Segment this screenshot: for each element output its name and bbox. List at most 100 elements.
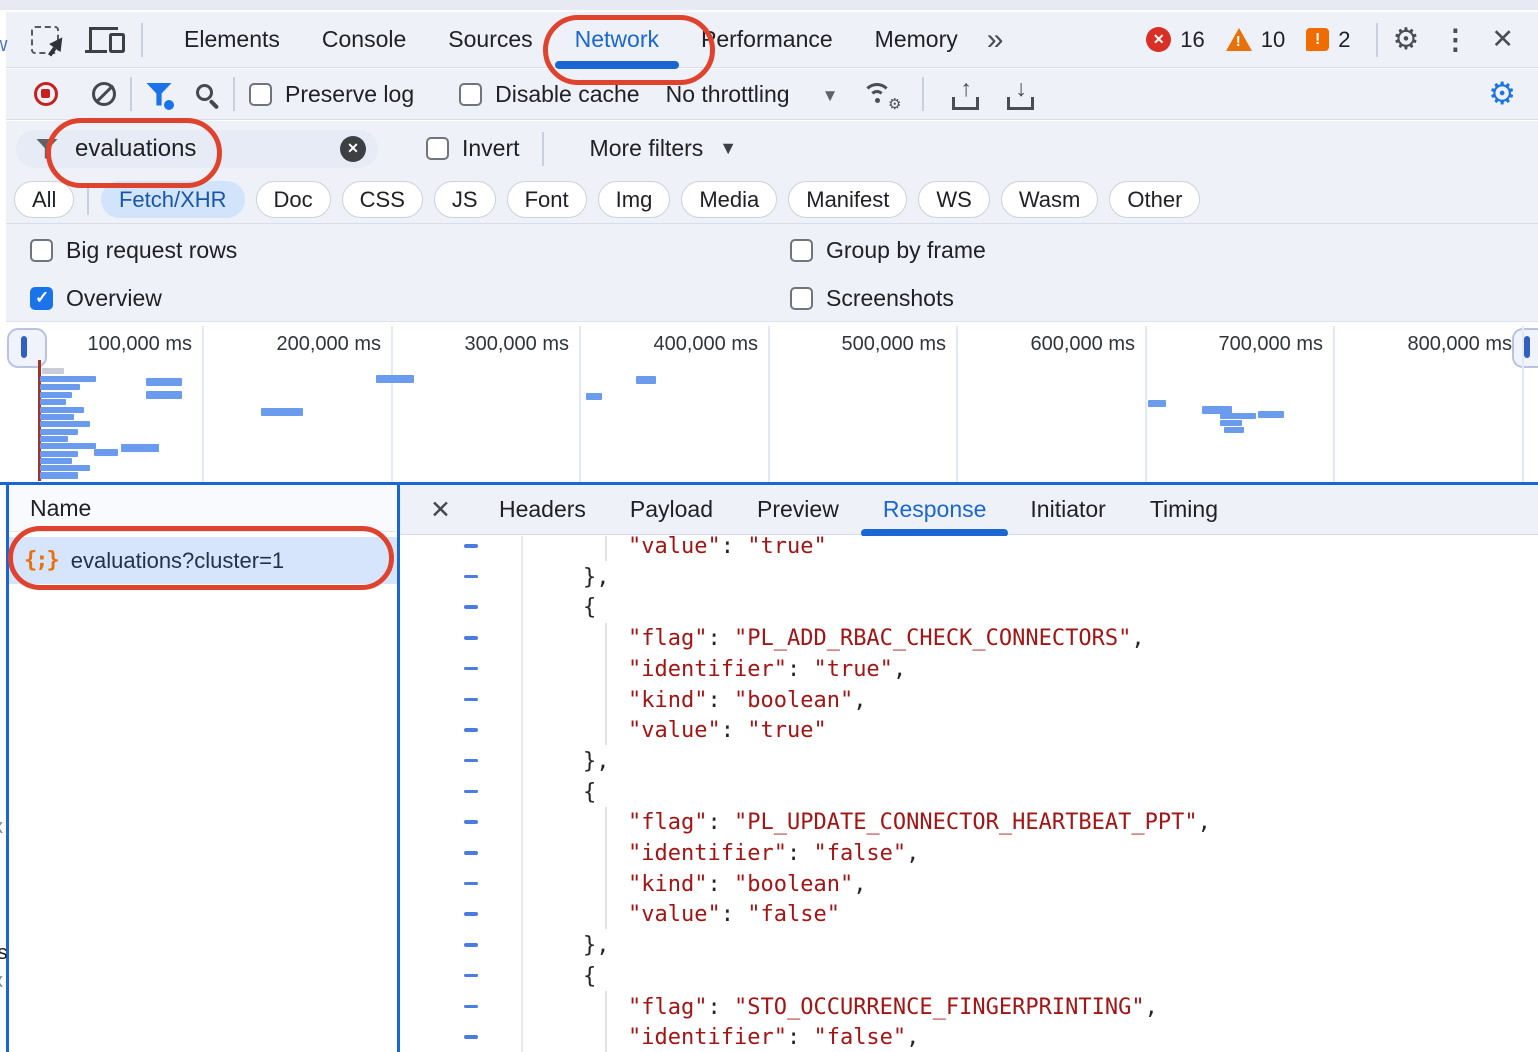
chip-fetch-xhr[interactable]: Fetch/XHR — [101, 181, 245, 218]
request-timeline-bar — [40, 465, 90, 471]
name-column-header[interactable]: Name — [9, 485, 397, 532]
error-count[interactable]: 16 — [1180, 27, 1204, 53]
clear-filter-icon[interactable]: ✕ — [340, 136, 366, 162]
network-conditions-icon[interactable]: ⚙ — [860, 79, 898, 109]
device-toolbar-icon[interactable] — [89, 25, 127, 54]
throttling-caret-icon[interactable]: ▼ — [822, 86, 839, 106]
chip-js[interactable]: JS — [434, 181, 496, 218]
tab-sources[interactable]: Sources — [427, 12, 553, 67]
throttling-select[interactable]: No throttling — [666, 81, 790, 108]
overview-checkbox[interactable] — [30, 287, 53, 310]
gutter-mark — [464, 820, 478, 824]
record-network-log-icon[interactable] — [34, 82, 58, 106]
chip-font[interactable]: Font — [507, 181, 587, 218]
chip-wasm[interactable]: Wasm — [1001, 181, 1099, 218]
clear-network-log-icon[interactable] — [92, 82, 116, 106]
disable-cache-label[interactable]: Disable cache — [495, 81, 639, 108]
tab-console[interactable]: Console — [301, 12, 427, 67]
filter-input[interactable]: evaluations ✕ — [16, 130, 378, 168]
request-timeline-bar — [1238, 413, 1256, 419]
screenshots-checkbox[interactable] — [790, 287, 813, 310]
disable-cache-checkbox[interactable] — [459, 83, 482, 106]
request-timeline-bar — [121, 444, 159, 452]
settings-gear-icon[interactable]: ⚙ — [1392, 22, 1419, 57]
request-timeline-bar — [40, 414, 74, 420]
detail-tabbar: ✕ HeadersPayloadPreviewResponseInitiator… — [400, 485, 1538, 535]
code-line: "flag": "PL_ADD_RBAC_CHECK_CONNECTORS", — [628, 623, 1145, 654]
tab-memory[interactable]: Memory — [854, 12, 979, 67]
group-by-frame-label[interactable]: Group by frame — [826, 237, 986, 264]
request-timeline-bar — [40, 472, 78, 479]
gutter-mark — [464, 667, 478, 671]
chip-ws[interactable]: WS — [918, 181, 989, 218]
tab-network[interactable]: Network — [554, 12, 680, 67]
big-request-rows-label[interactable]: Big request rows — [66, 237, 237, 264]
overview-right-handle[interactable] — [1512, 328, 1538, 368]
more-tabs-icon[interactable]: » — [987, 23, 1001, 57]
gutter-mark — [464, 575, 478, 579]
request-timeline-bar — [376, 375, 414, 383]
export-har-icon[interactable]: ↓ — [1007, 79, 1034, 110]
group-by-frame-checkbox[interactable] — [790, 239, 813, 262]
preserve-log-label[interactable]: Preserve log — [285, 81, 414, 108]
code-line: }, — [583, 562, 610, 593]
detail-tab-initiator[interactable]: Initiator — [1008, 485, 1127, 534]
code-line: "identifier": "false", — [628, 1022, 919, 1052]
issues-badge-icon[interactable]: ! — [1306, 28, 1329, 51]
gutter-divider — [521, 536, 523, 1052]
invert-label[interactable]: Invert — [462, 135, 520, 162]
warning-count[interactable]: 10 — [1261, 27, 1285, 53]
page-edge-fragment: w — [0, 34, 7, 57]
search-icon[interactable] — [196, 84, 213, 101]
preserve-log-checkbox[interactable] — [249, 83, 272, 106]
detail-tab-timing[interactable]: Timing — [1128, 485, 1240, 534]
funnel-icon — [36, 139, 58, 159]
invert-checkbox[interactable] — [426, 137, 449, 160]
page-edge-fragment: x — [0, 816, 3, 839]
more-filters-caret-icon[interactable]: ▼ — [719, 138, 737, 159]
chip-css[interactable]: CSS — [342, 181, 423, 218]
request-timeline-bar — [40, 421, 90, 427]
request-timeline-bar — [40, 399, 66, 405]
request-timeline-bar — [42, 368, 64, 374]
chip-doc[interactable]: Doc — [256, 181, 331, 218]
detail-tab-payload[interactable]: Payload — [608, 485, 735, 534]
request-timeline-bar — [261, 408, 303, 416]
close-devtools-icon[interactable]: ✕ — [1491, 24, 1514, 55]
detail-tab-preview[interactable]: Preview — [735, 485, 861, 534]
detail-tab-response[interactable]: Response — [861, 485, 1009, 534]
gutter-mark — [464, 759, 478, 763]
chip-other[interactable]: Other — [1109, 181, 1200, 218]
screenshots-label[interactable]: Screenshots — [826, 285, 954, 312]
request-timeline-bar — [146, 391, 182, 399]
request-timeline-bar — [40, 407, 84, 413]
network-overview-timeline[interactable]: 100,000 ms200,000 ms300,000 ms400,000 ms… — [6, 322, 1538, 482]
response-content[interactable]: "value": "true"},{"flag": "PL_ADD_RBAC_C… — [400, 536, 1538, 1052]
chip-all[interactable]: All — [14, 181, 74, 218]
kebab-menu-icon[interactable]: ⋮ — [1441, 23, 1469, 56]
big-request-rows-checkbox[interactable] — [30, 239, 53, 262]
error-badge-icon[interactable]: ✕ — [1146, 27, 1171, 52]
divider — [130, 77, 132, 111]
code-line: "value": "false" — [628, 899, 840, 930]
chip-manifest[interactable]: Manifest — [788, 181, 907, 218]
request-row[interactable]: {;}evaluations?cluster=1 — [9, 537, 397, 584]
more-filters-button[interactable]: More filters — [590, 135, 704, 162]
close-detail-icon[interactable]: ✕ — [430, 495, 451, 525]
indent-guide — [605, 536, 607, 561]
import-har-icon[interactable]: ↑ — [952, 79, 979, 110]
warning-badge-icon[interactable] — [1226, 28, 1252, 51]
issues-count[interactable]: 2 — [1338, 27, 1350, 53]
detail-tab-headers[interactable]: Headers — [477, 485, 608, 534]
timeline-tick-label: 200,000 ms — [191, 333, 381, 356]
overview-label[interactable]: Overview — [66, 285, 162, 312]
tab-elements[interactable]: Elements — [163, 12, 301, 67]
tab-performance[interactable]: Performance — [680, 12, 854, 67]
filter-value[interactable]: evaluations — [75, 135, 196, 163]
inspect-element-icon[interactable] — [31, 26, 59, 54]
request-name[interactable]: evaluations?cluster=1 — [71, 548, 284, 574]
chip-media[interactable]: Media — [681, 181, 777, 218]
network-settings-gear-icon[interactable]: ⚙ — [1488, 76, 1516, 112]
filter-icon[interactable] — [146, 83, 172, 106]
chip-img[interactable]: Img — [598, 181, 671, 218]
